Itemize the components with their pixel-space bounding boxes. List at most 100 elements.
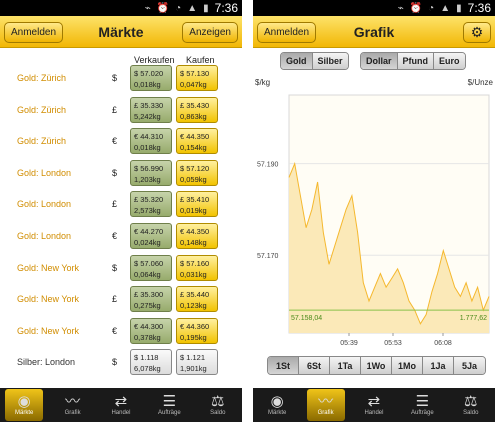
buy-price: $ 57.160	[180, 258, 210, 268]
buy-quantity: 1,901kg	[180, 364, 207, 374]
metal-option-silber[interactable]: Silber	[312, 53, 348, 69]
sell-price-button[interactable]: $ 57.020 0,018kg	[130, 65, 172, 91]
buy-price-button[interactable]: € 44.360 0,195kg	[176, 317, 218, 344]
list-item[interactable]: Gold: Zürich £ £ 35.330 5,242kg £ 35.430 0,86…	[0, 96, 242, 124]
sell-price-button[interactable]: £ 35.320 2,573kg	[130, 191, 172, 218]
market-name: Gold: Zürich	[17, 136, 67, 147]
battery-icon: ▮	[456, 2, 462, 14]
nav-trade-arrows[interactable]: ⇄ Handel	[355, 389, 393, 421]
sell-price: € 44.270	[134, 227, 164, 236]
bottom-navigation: ◉ Märkte 〰 Grafik ⇄ Handel ☰ Aufträge ⚖ Saldo	[253, 388, 495, 422]
list-item[interactable]: Gold: New York £ £ 35.300 0,275kg £ 35.440 0,…	[0, 285, 242, 313]
battery-icon: ▮	[203, 2, 209, 14]
sell-price-button[interactable]: $ 56.990 1,203kg	[130, 159, 172, 186]
buy-price-button[interactable]: £ 35.410 0,019kg	[176, 191, 218, 218]
currency-option-dollar[interactable]: Dollar	[361, 53, 398, 69]
sell-price-button[interactable]: € 44.300 0,378kg	[130, 317, 172, 344]
globe-icon: ◉	[17, 393, 31, 410]
sell-price-button[interactable]: £ 35.330 5,242kg	[130, 96, 172, 123]
range-option-1wo[interactable]: 1Wo	[361, 357, 392, 374]
currency-symbol: £	[112, 294, 118, 305]
nav-label: Saldo	[463, 410, 479, 416]
range-option-1ja[interactable]: 1Ja	[423, 357, 454, 374]
buy-price-button[interactable]: € 44.350 0,148kg	[176, 223, 218, 249]
currency-symbol: $	[112, 167, 118, 178]
range-option-6st[interactable]: 6St	[299, 357, 330, 374]
buy-quantity: 0,154kg	[180, 143, 207, 153]
y-axis-label-left: $/kg	[255, 78, 270, 87]
sell-price-button[interactable]: $ 57.060 0,064kg	[130, 254, 172, 281]
buy-price: € 44.350	[180, 132, 210, 142]
currency-option-euro[interactable]: Euro	[434, 53, 465, 69]
nav-label: Märkte	[268, 410, 287, 416]
login-button[interactable]: Anmelden	[257, 22, 317, 43]
list-item[interactable]: Gold: London $ $ 56.990 1,203kg $ 57.120 0,05…	[0, 159, 242, 187]
trade-arrows-icon: ⇄	[114, 393, 128, 410]
gear-icon[interactable]: ⚙	[463, 22, 491, 43]
currency-symbol: $	[112, 357, 118, 368]
nav-label: Grafik	[64, 410, 81, 416]
sell-price: $ 56.990	[134, 163, 164, 173]
buy-price-button[interactable]: € 44.350 0,154kg	[176, 128, 218, 155]
sell-price-button[interactable]: € 44.310 0,018kg	[130, 128, 172, 155]
nav-globe[interactable]: ◉ Märkte	[258, 389, 296, 421]
sell-quantity: 6,078kg	[134, 364, 161, 374]
range-option-1mo[interactable]: 1Mo	[392, 357, 423, 374]
list-item[interactable]: Silber: London $ $ 1.118 6,078kg $ 1.121 1,90…	[0, 348, 242, 376]
range-option-1st[interactable]: 1St	[268, 357, 299, 374]
range-option-1ta[interactable]: 1Ta	[330, 357, 361, 374]
markets-screen: ⌁ ⏰ ◔ ▲ ▮ 7:36 Anmelden Märkte Anzeigen …	[0, 0, 242, 422]
price-chart[interactable]: $/kg $/Unze 57.190 57.170 57.158,04 1.777,62 0…	[253, 75, 495, 353]
nav-orders[interactable]: ☰ Aufträge	[403, 389, 441, 421]
list-item[interactable]: Gold: Zürich $ $ 57.020 0,018kg $ 57.130 0,04…	[0, 64, 242, 92]
sell-price: $ 1.118	[134, 353, 159, 363]
list-item[interactable]: Gold: Zürich € € 44.310 0,018kg € 44.350 0,15…	[0, 127, 242, 155]
page-title: Märkte	[98, 23, 144, 40]
nav-scale[interactable]: ⚖ Saldo	[452, 389, 490, 421]
nav-scale[interactable]: ⚖ Saldo	[199, 389, 237, 421]
nav-globe[interactable]: ◉ Märkte	[5, 389, 44, 421]
currency-option-pfund[interactable]: Pfund	[397, 53, 435, 69]
buy-price-button[interactable]: $ 57.160 0,031kg	[176, 254, 218, 281]
buy-price-button[interactable]: $ 57.120 0,059kg	[176, 159, 218, 186]
usb-icon: ⌁	[397, 2, 404, 14]
usb-icon: ⌁	[144, 2, 151, 14]
nav-chart[interactable]: 〰 Grafik	[306, 389, 345, 421]
buy-quantity: 0,148kg	[180, 238, 207, 247]
buy-price: £ 35.440	[180, 290, 210, 300]
sell-quantity: 1,203kg	[134, 174, 161, 184]
sell-price-button[interactable]: $ 1.118 6,078kg	[130, 349, 172, 376]
buy-quantity: 0,031kg	[180, 269, 207, 279]
sell-price: £ 35.330	[134, 100, 164, 110]
signal-icon: ▲	[187, 2, 198, 14]
list-item[interactable]: Gold: London € € 44.270 0,024kg € 44.350 0,14…	[0, 222, 242, 250]
nav-label: Handel	[364, 410, 384, 416]
sell-price-button[interactable]: £ 35.300 0,275kg	[130, 286, 172, 313]
nav-trade-arrows[interactable]: ⇄ Handel	[102, 389, 140, 421]
chart-icon: 〰	[318, 393, 334, 410]
login-button[interactable]: Anmelden	[4, 22, 64, 43]
metal-option-gold[interactable]: Gold	[281, 53, 313, 69]
currency-symbol: €	[112, 325, 118, 336]
sell-quantity: 0,018kg	[134, 143, 161, 153]
nav-chart[interactable]: 〰 Grafik	[54, 389, 92, 421]
buy-price: $ 57.130	[180, 69, 210, 78]
sell-price: £ 35.320	[134, 195, 164, 205]
buy-price-button[interactable]: $ 1.121 1,901kg	[176, 349, 218, 376]
sell-quantity: 0,275kg	[134, 301, 161, 311]
nav-label: Märkte	[15, 410, 34, 416]
buy-price-button[interactable]: $ 57.130 0,047kg	[176, 65, 218, 91]
buy-price: $ 1.121	[180, 353, 206, 363]
buy-price-button[interactable]: £ 35.440 0,123kg	[176, 286, 218, 313]
chart-screen: ⌁ ⏰ ◔ ▲ ▮ 7:36 Anmelden Grafik ⚙ Gold Sil…	[253, 0, 495, 422]
sell-quantity: 0,378kg	[134, 332, 161, 342]
list-item[interactable]: Gold: London £ £ 35.320 2,573kg £ 35.410 0,01…	[0, 190, 242, 218]
show-button[interactable]: Anzeigen	[182, 22, 238, 43]
range-option-5ja[interactable]: 5Ja	[454, 357, 485, 374]
list-item[interactable]: Gold: New York € € 44.300 0,378kg € 44.360 0,…	[0, 317, 242, 345]
status-time: 7:36	[214, 1, 238, 15]
list-item[interactable]: Gold: New York $ $ 57.060 0,064kg $ 57.160 0,…	[0, 254, 242, 282]
nav-orders[interactable]: ☰ Aufträge	[150, 389, 188, 421]
buy-price-button[interactable]: £ 35.430 0,863kg	[176, 96, 218, 123]
sell-price-button[interactable]: € 44.270 0,024kg	[130, 223, 172, 249]
